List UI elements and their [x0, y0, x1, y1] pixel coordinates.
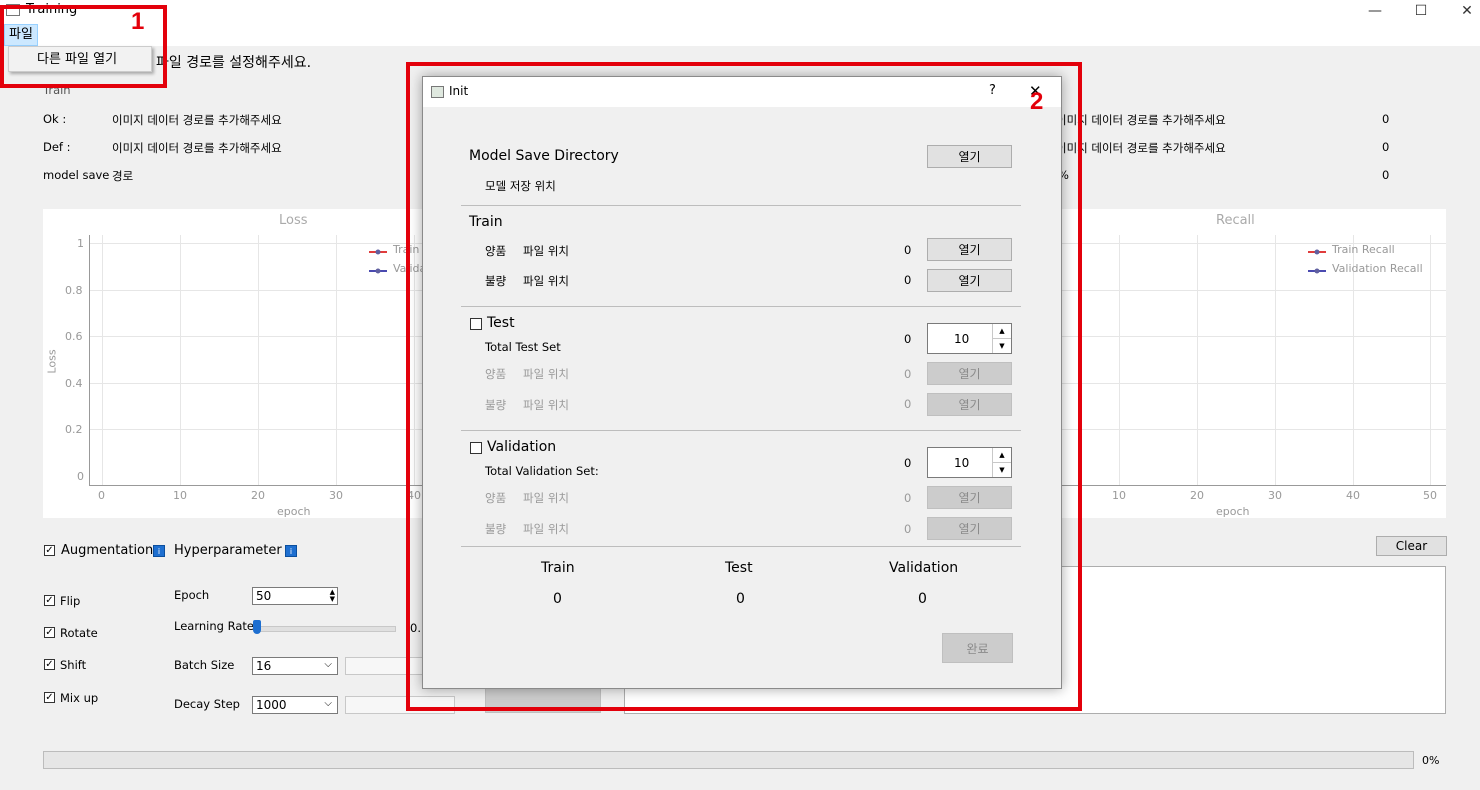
def-label: Def :: [43, 140, 71, 154]
recall-legend-train: Train Recall: [1308, 243, 1438, 259]
annotation-number-1: 1: [131, 8, 145, 35]
decay-step-value: 1000: [256, 698, 287, 712]
recall-xtick: 20: [1190, 489, 1204, 502]
learning-rate-label: Learning Rate: [174, 619, 254, 633]
loss-ytick: 0.6: [65, 330, 83, 343]
loss-chart-title: Loss: [279, 213, 308, 228]
loss-ytick: 1: [77, 237, 84, 250]
hyperparameter-label: Hyperparameter: [174, 543, 282, 558]
shift-checkbox[interactable]: ✓: [44, 659, 55, 670]
epoch-label: Epoch: [174, 588, 210, 602]
loss-xlabel: epoch: [277, 505, 311, 518]
model-save-label: model save: [43, 168, 110, 182]
close-button[interactable]: ✕: [1444, 0, 1480, 22]
augmentation-info-icon[interactable]: i: [153, 545, 165, 557]
loss-ytick: 0.2: [65, 423, 83, 436]
ok-label: Ok :: [43, 112, 67, 126]
ok-path: 이미지 데이터 경로를 추가해주세요: [112, 113, 282, 127]
recall-xtick: 50: [1423, 489, 1437, 502]
val-recall-marker-icon: [1308, 268, 1326, 274]
rotate-checkbox[interactable]: ✓: [44, 627, 55, 638]
right-count-2: 0: [1382, 140, 1390, 154]
recall-chart-title: Recall: [1216, 213, 1255, 228]
recall-xtick: 10: [1112, 489, 1126, 502]
annotation-box-2: [406, 62, 1082, 711]
loss-chart: Loss 1 0.8 0.6 0.4 0.2 0 0 10 20 30 40 e…: [43, 209, 434, 518]
decay-step-label: Decay Step: [174, 697, 240, 711]
augmentation-checkbox[interactable]: ✓: [44, 545, 55, 556]
right-count-1: 0: [1382, 112, 1390, 126]
loss-ytick: 0: [77, 470, 84, 483]
hyperparameter-info-icon[interactable]: i: [285, 545, 297, 557]
progress-bar: [43, 751, 1414, 769]
recall-xtick: 40: [1346, 489, 1360, 502]
epoch-spinbox[interactable]: 50 ▲ ▼: [252, 587, 338, 605]
rotate-label: Rotate: [60, 626, 98, 640]
right-count-3: 0: [1382, 168, 1390, 182]
batch-size-label: Batch Size: [174, 658, 235, 672]
def-path: 이미지 데이터 경로를 추가해주세요: [112, 141, 282, 155]
learning-rate-slider[interactable]: [253, 620, 396, 642]
progress-percent: 0%: [1422, 754, 1440, 767]
chevron-down-icon: ⌵: [324, 698, 332, 709]
loss-xtick: 30: [329, 489, 343, 502]
recall-legend-train-label: Train Recall: [1332, 243, 1395, 256]
mixup-label: Mix up: [60, 691, 99, 705]
train-recall-marker-icon: [1308, 249, 1326, 255]
decay-step-select[interactable]: 1000 ⌵: [252, 696, 338, 714]
clear-button[interactable]: Clear: [1376, 536, 1447, 556]
train-legend-marker-icon: [369, 249, 387, 255]
flip-checkbox[interactable]: ✓: [44, 595, 55, 606]
loss-ytick: 0.4: [65, 377, 83, 390]
recall-legend-val-label: Validation Recall: [1332, 262, 1423, 275]
chevron-down-icon: ⌵: [324, 659, 332, 670]
loss-ylabel: Loss: [45, 349, 59, 374]
window-titlebar: Training — ☐ ✕: [0, 0, 1480, 22]
loss-xtick: 10: [173, 489, 187, 502]
loss-ytick: 0.8: [65, 284, 83, 297]
flip-label: Flip: [60, 594, 81, 608]
model-save-path: 경로: [112, 169, 134, 183]
augmentation-label: Augmentation: [61, 543, 154, 558]
mixup-checkbox[interactable]: ✓: [44, 692, 55, 703]
epoch-spin-arrows-icon[interactable]: ▲ ▼: [330, 589, 335, 603]
annotation-number-2: 2: [1030, 88, 1044, 115]
shift-label: Shift: [60, 658, 87, 672]
recall-xtick: 30: [1268, 489, 1282, 502]
menu-bar: 파일: [0, 22, 1480, 46]
loss-xtick: 0: [98, 489, 105, 502]
val-legend-marker-icon: [369, 268, 387, 274]
batch-size-select[interactable]: 16 ⌵: [252, 657, 338, 675]
recall-xlabel: epoch: [1216, 505, 1250, 518]
batch-size-value: 16: [256, 659, 272, 673]
recall-legend-val: Validation Recall: [1308, 262, 1438, 278]
maximize-button[interactable]: ☐: [1398, 0, 1444, 22]
minimize-button[interactable]: —: [1352, 0, 1398, 22]
recall-chart: Recall 10 20 30 40 50 epoch Train Recall…: [1060, 209, 1446, 518]
epoch-value: 50: [256, 589, 272, 603]
path-hint-text: 파일 경로를 설정해주세요.: [156, 55, 312, 71]
slider-handle[interactable]: [253, 620, 261, 634]
loss-xtick: 20: [251, 489, 265, 502]
